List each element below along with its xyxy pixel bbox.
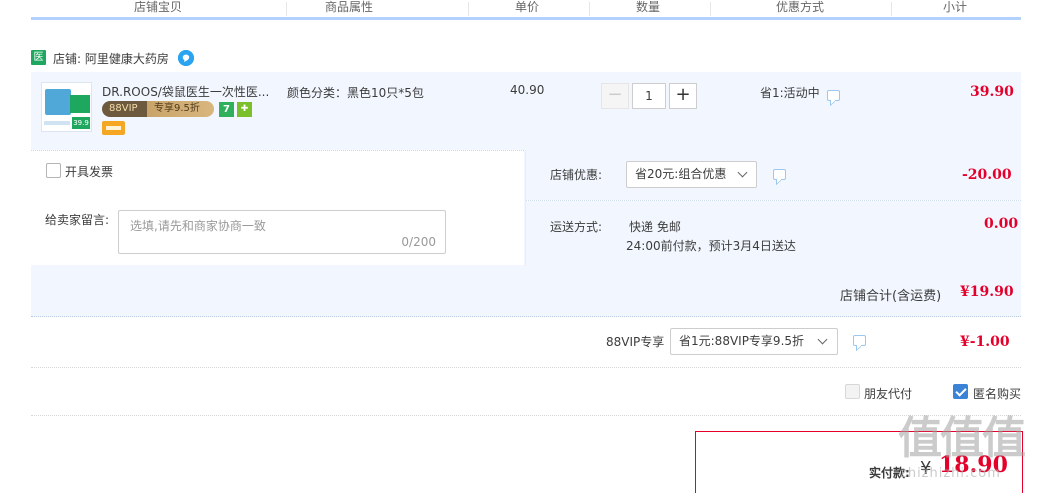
vip-discount-select[interactable]: 省1元:88VIP专享9.5折 (670, 328, 838, 355)
message-char-count: 0/200 (401, 235, 436, 249)
discount-info-icon[interactable] (773, 169, 786, 180)
header-qty: 数量 (636, 0, 661, 14)
row-divider (31, 367, 1021, 368)
shipping-label: 运送方式: (550, 220, 603, 234)
promo-status: 省1:活动中 (760, 86, 820, 100)
header-item: 店铺宝贝 (134, 0, 183, 14)
unit-price: 40.90 (510, 83, 545, 97)
vip-discount-amount: ¥-1.00 (960, 334, 1010, 350)
site-watermark: 值值值 (898, 413, 1026, 464)
options-row-divider (526, 200, 1021, 201)
shop-discount-value: 省20元:组合优惠 (635, 167, 727, 181)
friend-pay-checkbox[interactable] (845, 384, 860, 399)
shipping-amount: 0.00 (984, 216, 1019, 232)
chevron-down-icon (737, 167, 748, 178)
credit-card-icon (102, 121, 125, 135)
vip-badge-label: 88VIP (109, 103, 138, 114)
header-divider (286, 2, 287, 16)
wangwang-chat-icon[interactable] (178, 50, 194, 66)
shipping-eta: 24:00前付款，预计3月4日送达 (626, 239, 796, 253)
header-price: 单价 (515, 0, 540, 14)
friend-pay-label[interactable]: 朋友代付 (864, 385, 912, 402)
shop-discount-label: 店铺优惠: (550, 168, 603, 182)
vip-info-icon[interactable] (853, 335, 866, 346)
row-divider (31, 415, 1021, 416)
shop-discount-select[interactable]: 省20元:组合优惠 (626, 161, 757, 188)
shop-name-link[interactable]: 店铺: 阿里健康大药房 (53, 50, 169, 67)
promo-info-icon[interactable] (827, 90, 840, 101)
vip-label: 88VIP专享 (606, 335, 665, 349)
site-watermark-url: zhizhizhi.com (900, 466, 1001, 481)
message-textarea[interactable]: 选填,请先和商家协商一致 0/200 (118, 210, 446, 254)
qty-decrease-button[interactable]: − (601, 83, 629, 109)
product-title-link[interactable]: DR.ROOS/袋鼠医生一次性医... (102, 83, 269, 100)
thumb-price-label: 39.9 (72, 117, 90, 129)
header-subtotal: 小计 (943, 0, 968, 14)
cart-table-header: 店铺宝贝 商品属性 单价 数量 优惠方式 小计 (31, 0, 1021, 20)
header-promo: 优惠方式 (776, 0, 825, 14)
vip-badge-discount: 专享9.5折 (154, 103, 200, 114)
message-placeholder: 选填,请先和商家协商一致 (130, 219, 266, 233)
invoice-label[interactable]: 开具发票 (65, 163, 113, 180)
shop-total-label: 店铺合计(含运费) (840, 289, 942, 304)
options-divider (525, 150, 526, 266)
vip-discount-badge: 88VIP 专享9.5折 (102, 101, 214, 117)
product-thumbnail[interactable]: 39.9 (41, 82, 92, 132)
pharmacy-tag-icon: 医 (31, 50, 46, 65)
shop-discount-amount: -20.00 (962, 167, 1012, 183)
anonymous-label[interactable]: 匿名购买 (973, 385, 1021, 402)
chat-bubble-icon (178, 50, 194, 66)
qty-input[interactable]: 1 (632, 83, 666, 109)
header-attr: 商品属性 (325, 0, 374, 14)
header-divider (589, 2, 590, 16)
qty-increase-button[interactable]: + (669, 83, 697, 109)
shop-total-value: ¥19.90 (960, 284, 1014, 300)
header-divider (710, 2, 711, 16)
vip-discount-value: 省1元:88VIP专享9.5折 (679, 334, 805, 348)
message-label: 给卖家留言: (45, 213, 110, 227)
invoice-checkbox[interactable] (46, 163, 61, 178)
header-divider (891, 2, 892, 16)
anonymous-checkbox[interactable] (953, 384, 968, 399)
certified-shield-icon: ✚ (237, 102, 252, 117)
shipping-method: 快递 免邮 (629, 220, 681, 234)
product-attribute: 颜色分类：黑色10只*5包 (287, 86, 424, 100)
seven-day-return-icon: 7 (219, 102, 234, 117)
header-divider (468, 2, 469, 16)
item-subtotal: 39.90 (970, 84, 1014, 100)
chevron-down-icon (817, 334, 828, 345)
